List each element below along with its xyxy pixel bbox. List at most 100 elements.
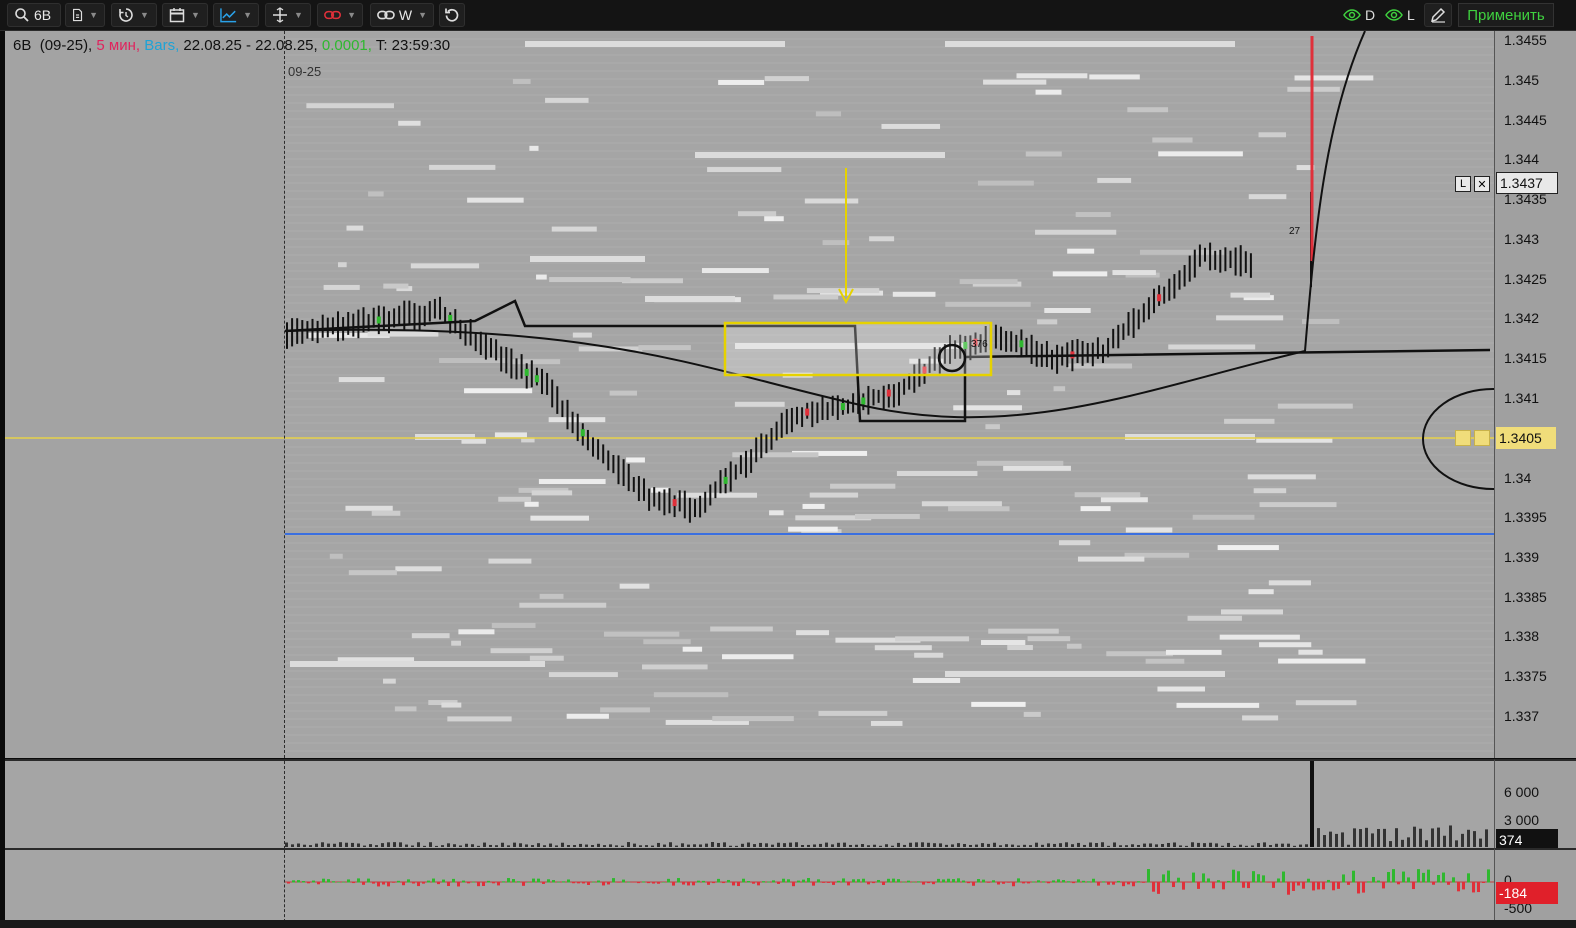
delta-bar [1387, 872, 1390, 883]
price-tick: 1.339 [1504, 549, 1540, 565]
delta-bar [582, 882, 585, 884]
volume-bar [861, 844, 864, 847]
price-tick: 1.34 [1504, 470, 1532, 486]
delta-bar [547, 879, 550, 883]
delta-bar [382, 882, 385, 885]
volume-bar [1173, 842, 1176, 847]
delta-bar [402, 882, 405, 886]
volume-bar-peak [1310, 761, 1314, 847]
volume-bar [1413, 826, 1416, 847]
liquidity-block [971, 701, 1026, 707]
price-tick: 1.345 [1504, 72, 1540, 88]
reset-button[interactable] [439, 3, 465, 27]
template-button[interactable]: ▼ [65, 3, 105, 27]
delta-bar [1192, 872, 1195, 883]
volume-bar [951, 844, 954, 847]
delta-bar [1232, 869, 1235, 883]
delta-bar [1487, 869, 1490, 883]
delta-bar [512, 879, 515, 883]
volume-bar [1215, 843, 1218, 847]
delta-panel[interactable] [5, 848, 1494, 922]
delta-bar [502, 881, 505, 883]
link-color-button[interactable]: ▼ [317, 3, 363, 27]
price-axis[interactable]: 1.3455 1.345 1.3445 1.344 1.3435 1.343 1… [1494, 31, 1576, 758]
delta-bar [662, 881, 665, 883]
cursor-vertical-line [284, 850, 285, 922]
delta-bar [802, 879, 805, 883]
price-chart-canvas[interactable]: 376 27 [5, 31, 1494, 758]
volume-bar [831, 844, 834, 847]
chain-link-icon [377, 10, 395, 20]
liquidity-block [682, 646, 703, 652]
apply-button[interactable]: Применить [1458, 3, 1554, 27]
volume-bar [1185, 845, 1188, 847]
delta-bar [1017, 878, 1020, 883]
volume-bar [1287, 843, 1290, 847]
delta-bar [1127, 882, 1130, 885]
marker-label: 376 [971, 339, 988, 350]
liquidity-block [764, 76, 809, 82]
volume-bar [393, 842, 396, 847]
delta-bar [1022, 882, 1025, 884]
liquidity-block [1089, 74, 1140, 80]
volume-bar [675, 845, 678, 847]
volume-bar [849, 844, 852, 847]
chevron-down-icon: ▼ [294, 10, 303, 20]
alert-price-label[interactable]: 1.3437 [1496, 172, 1558, 194]
delta-bar [1302, 882, 1305, 889]
timeframe-button[interactable]: ▼ [111, 3, 157, 27]
alert-lock-button[interactable]: L [1455, 176, 1471, 192]
liquidity-block [707, 167, 782, 173]
liquidity-block [329, 553, 343, 559]
volume-bar [1425, 840, 1428, 847]
delta-bar [687, 882, 690, 886]
liquidity-block [869, 236, 895, 242]
volume-bar [411, 845, 414, 847]
liquidity-block [490, 648, 553, 654]
symbol-search-button[interactable]: 6B [7, 3, 61, 27]
price-marker-button[interactable] [1455, 430, 1471, 446]
delta-bar [612, 878, 615, 883]
liquidity-block [498, 496, 532, 502]
liquidity-block [566, 713, 609, 719]
volume-bar [1407, 837, 1410, 847]
alert-close-icon[interactable]: ✕ [1474, 176, 1490, 192]
volume-bar [1317, 828, 1320, 847]
liquidity-block [1176, 702, 1260, 708]
delta-bar [807, 878, 810, 883]
volume-bar [825, 842, 828, 847]
liquidity-block [539, 593, 564, 599]
volume-bar [363, 845, 366, 847]
volume-bar [1401, 839, 1404, 847]
volume-bar [699, 844, 702, 847]
draw-tool-button[interactable] [1424, 3, 1452, 27]
liquidity-block [892, 291, 936, 297]
link-group-button[interactable]: W ▼ [370, 3, 434, 27]
liquidity-block [549, 277, 631, 283]
volume-bar [1245, 845, 1248, 847]
liquidity-block [1268, 580, 1311, 586]
liquidity-block [1152, 137, 1193, 143]
delta-bar [1377, 880, 1380, 883]
delta-bar [1087, 881, 1090, 883]
current-price-label: 1.3405 [1496, 427, 1556, 449]
price-marker-button[interactable] [1474, 430, 1490, 446]
liquidity-block [323, 284, 360, 290]
liquidity-block [548, 672, 618, 678]
liquidity-block [529, 145, 539, 151]
crosshair-button[interactable]: ▼ [265, 3, 311, 27]
filter-l-toggle[interactable]: L [1385, 3, 1415, 27]
date-range-button[interactable]: ▼ [162, 3, 208, 27]
delta-bar [1152, 882, 1155, 892]
price-chart-area[interactable]: 376 27 6B (09-25), 5 мин, Bars, 22.08.25 … [5, 31, 1494, 758]
volume-bar [1473, 831, 1476, 847]
delta-bar [737, 882, 740, 887]
liquidity-block [524, 501, 539, 507]
filter-d-toggle[interactable]: D [1343, 3, 1375, 27]
time-scroll-strip[interactable] [0, 920, 1576, 928]
volume-panel[interactable] [5, 759, 1494, 849]
delta-bar [287, 882, 290, 884]
clock-refresh-icon [119, 8, 133, 22]
delta-bar [392, 882, 395, 883]
indicators-button[interactable]: ▼ [213, 3, 259, 27]
